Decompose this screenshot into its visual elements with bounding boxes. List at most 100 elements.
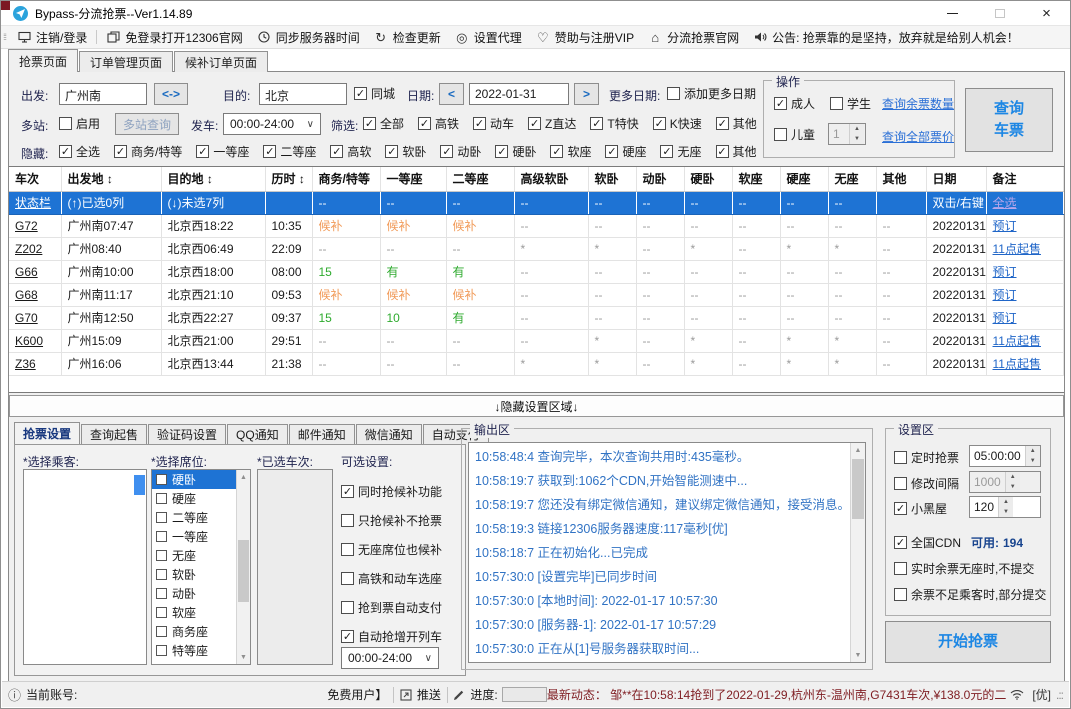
- interval-spinner[interactable]: 1000 ▲ ▼: [969, 471, 1041, 493]
- push-button[interactable]: 推送: [417, 686, 441, 703]
- book-link[interactable]: 11点起售: [993, 242, 1041, 256]
- train-type-checkbox[interactable]: K快速: [652, 115, 702, 132]
- train-type-checkbox[interactable]: T特快: [590, 115, 639, 132]
- grab-option-checkbox[interactable]: 高铁和动车选座: [341, 570, 442, 587]
- column-header[interactable]: 硬座: [780, 167, 829, 192]
- train-type-checkbox[interactable]: 全部: [363, 115, 404, 132]
- partial-submit-checkbox[interactable]: 余票不足乘客时,部分提交: [894, 586, 1046, 603]
- checkbox-box[interactable]: [156, 474, 167, 485]
- train-number-link[interactable]: G70: [15, 311, 38, 325]
- spinner-down-icon[interactable]: ▼: [1026, 456, 1040, 466]
- book-link[interactable]: 预订: [993, 219, 1017, 233]
- logout-login-button[interactable]: 注销/登录: [17, 29, 87, 46]
- maximize-button[interactable]: [976, 1, 1023, 25]
- depart-input[interactable]: 广州南: [59, 83, 147, 105]
- close-button[interactable]: ×: [1023, 1, 1070, 25]
- column-header[interactable]: 一等座: [380, 167, 447, 192]
- scrollbar-thumb[interactable]: [238, 540, 249, 602]
- hidden-settings-bar[interactable]: ↓隐藏设置区域↓: [9, 395, 1064, 417]
- train-number-link[interactable]: Z36: [15, 357, 36, 371]
- checkbox-box[interactable]: [156, 550, 167, 561]
- timed-grab-checkbox[interactable]: 定时抢票: [894, 449, 959, 466]
- column-header[interactable]: 其他: [876, 167, 927, 192]
- column-header[interactable]: 车次: [9, 167, 62, 192]
- output-log[interactable]: 10:58:48:4 查询完毕，本次查询共用时:435毫秒。 10:58:19:7…: [468, 442, 866, 663]
- hide-column-checkbox[interactable]: 硬座: [605, 143, 646, 160]
- date-prev-button[interactable]: <: [439, 83, 464, 105]
- hide-column-checkbox[interactable]: 全选: [59, 143, 100, 160]
- date-input[interactable]: 2022-01-31: [469, 83, 569, 105]
- depart-time-select[interactable]: 00:00-24:00 ∨: [223, 113, 321, 135]
- column-header[interactable]: 出发地 ↕: [61, 167, 162, 192]
- scroll-down-icon[interactable]: ▼: [237, 650, 250, 664]
- hide-column-checkbox[interactable]: 二等座: [263, 143, 316, 160]
- checkbox-box[interactable]: [156, 588, 167, 599]
- child-checkbox[interactable]: 儿童: [774, 126, 815, 143]
- seats-listbox[interactable]: 硬卧 硬座 二等座 一等座 无座 软卧 动卧 软座 商务座 特等座 ▲ ▼: [151, 469, 251, 665]
- spinner-up-icon[interactable]: ▲: [999, 497, 1013, 507]
- column-header[interactable]: 商务/特等: [312, 167, 381, 192]
- vip-button[interactable]: ♡ 赞助与注册VIP: [536, 29, 634, 46]
- date-next-button[interactable]: >: [574, 83, 599, 105]
- seat-option[interactable]: 无座: [152, 546, 236, 565]
- book-link[interactable]: 预订: [993, 288, 1017, 302]
- hide-column-checkbox[interactable]: 高软: [330, 143, 371, 160]
- train-type-checkbox[interactable]: 其他: [715, 115, 757, 132]
- hide-column-checkbox[interactable]: 商务/特等: [114, 143, 182, 160]
- same-city-checkbox[interactable]: 同城: [354, 85, 395, 102]
- checkbox-box[interactable]: [156, 626, 167, 637]
- spinner-up-icon[interactable]: ▲: [1006, 472, 1020, 482]
- multi-enable-checkbox[interactable]: 启用: [59, 115, 100, 132]
- blackroom-spinner[interactable]: 120 ▲ ▼: [969, 496, 1041, 518]
- train-number-link[interactable]: Z202: [15, 242, 42, 256]
- grab-option-checkbox[interactable]: 抢到票自动支付: [341, 599, 442, 616]
- train-type-checkbox[interactable]: Z直达: [528, 115, 576, 132]
- spinner-down-icon[interactable]: ▼: [1006, 482, 1020, 492]
- checkbox-box[interactable]: [156, 512, 167, 523]
- hide-column-checkbox[interactable]: 硬卧: [495, 143, 536, 160]
- settings-tab[interactable]: 邮件通知: [288, 424, 355, 444]
- seat-option[interactable]: 商务座: [152, 622, 236, 641]
- add-more-dates-checkbox[interactable]: 添加更多日期: [667, 85, 756, 102]
- settings-tab[interactable]: 抢票设置: [14, 422, 81, 444]
- open-12306-button[interactable]: 免登录打开12306官网: [106, 29, 243, 46]
- page-tab[interactable]: 抢票页面: [8, 49, 79, 72]
- selected-trains-listbox[interactable]: [257, 469, 333, 665]
- child-count-spinner[interactable]: 1 ▲ ▼: [828, 123, 866, 145]
- train-row[interactable]: Z202 广州08:40 北京西06:49 22:09 -- -- -- * * -- * -…: [9, 237, 1064, 261]
- train-row[interactable]: G72 广州南07:47 北京西18:22 10:35 候补 候补 候补 -- -- --…: [9, 214, 1064, 238]
- train-number-link[interactable]: G68: [15, 288, 38, 302]
- timed-grab-time-spinner[interactable]: 05:00:00 ▲ ▼: [969, 445, 1041, 467]
- resize-grip[interactable]: .::: [1056, 688, 1064, 702]
- grab-option-checkbox[interactable]: 只抢候补不抢票: [341, 512, 442, 529]
- checkbox-box[interactable]: [156, 493, 167, 504]
- column-header[interactable]: 无座: [828, 167, 877, 192]
- scrollbar-thumb[interactable]: [852, 459, 864, 519]
- hide-column-checkbox[interactable]: 动卧: [440, 143, 481, 160]
- column-header[interactable]: 备注: [986, 167, 1064, 192]
- adult-checkbox[interactable]: 成人: [774, 95, 815, 112]
- hide-column-checkbox[interactable]: 其他: [715, 143, 757, 160]
- train-row[interactable]: Z36 广州16:06 北京西13:44 21:38 -- -- -- * * -- * --…: [9, 352, 1064, 376]
- check-update-button[interactable]: ↻ 检查更新: [374, 29, 440, 46]
- grab-time-range-select[interactable]: 00:00-24:00 ∨: [341, 647, 439, 669]
- scroll-up-icon[interactable]: ▲: [851, 443, 865, 457]
- checkbox-box[interactable]: [156, 607, 167, 618]
- hide-column-checkbox[interactable]: 软座: [550, 143, 591, 160]
- passengers-listbox[interactable]: [23, 469, 147, 665]
- query-tickets-button[interactable]: 查询 车票: [965, 88, 1053, 152]
- set-proxy-button[interactable]: ◎ 设置代理: [455, 29, 522, 46]
- blackroom-checkbox[interactable]: 小黑屋: [894, 500, 947, 517]
- status-row[interactable]: 状态栏 (↑)已选0列 (↓)未选7列 -- -- -- -- -- -- -- -- -- --…: [9, 191, 1064, 215]
- column-header[interactable]: 软座: [732, 167, 781, 192]
- book-link[interactable]: 预订: [993, 311, 1017, 325]
- grab-option-checkbox[interactable]: 同时抢候补功能: [341, 483, 442, 500]
- train-row[interactable]: G70 广州南12:50 北京西22:27 09:37 15 10 有 -- -- -- -…: [9, 306, 1064, 330]
- scroll-down-icon[interactable]: ▼: [851, 648, 865, 662]
- scrollbar[interactable]: ▲ ▼: [850, 443, 865, 662]
- column-header[interactable]: 二等座: [446, 167, 515, 192]
- seat-option[interactable]: 软座: [152, 603, 236, 622]
- column-header[interactable]: 高级软卧: [514, 167, 589, 192]
- query-price-link[interactable]: 查询全部票价: [882, 128, 954, 145]
- train-type-checkbox[interactable]: 动车: [473, 115, 514, 132]
